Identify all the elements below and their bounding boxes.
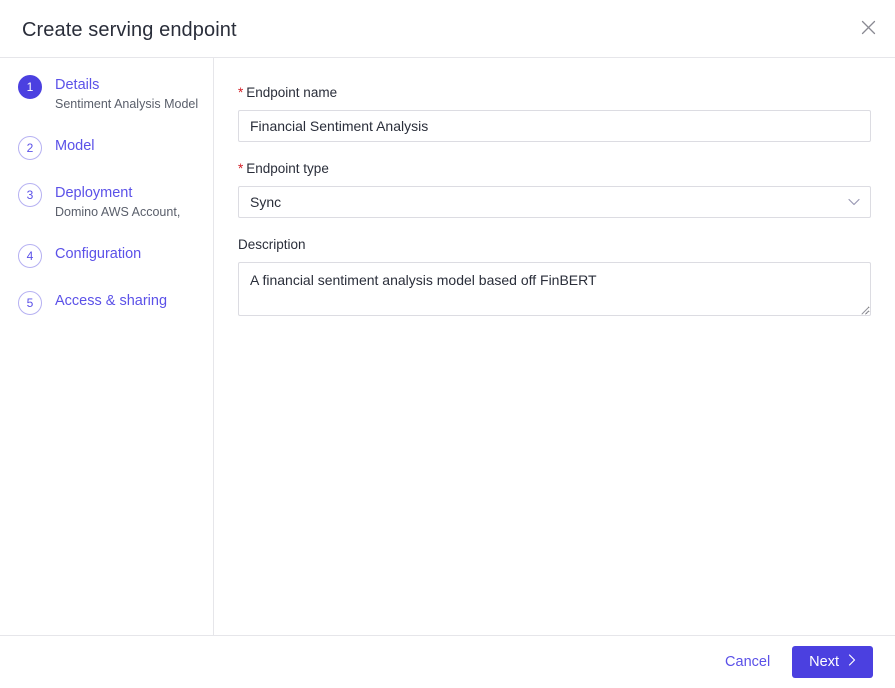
description-label: Description xyxy=(238,237,306,252)
required-asterisk: * xyxy=(238,85,244,100)
close-icon xyxy=(861,20,876,35)
step-text-block: Deployment Domino AWS Account, xyxy=(55,182,180,221)
step-text-block: Model xyxy=(55,135,95,156)
create-serving-endpoint-modal: Create serving endpoint 1 Details Sentim… xyxy=(0,0,895,688)
modal-header: Create serving endpoint xyxy=(0,0,895,58)
modal-body: 1 Details Sentiment Analysis Model 2 Mod… xyxy=(0,58,895,635)
step-number-badge: 3 xyxy=(18,183,42,207)
required-asterisk: * xyxy=(238,161,244,176)
step-label: Deployment xyxy=(55,185,133,201)
endpoint-name-input[interactable] xyxy=(238,110,871,142)
close-button[interactable] xyxy=(854,13,882,41)
sidebar-item-details[interactable]: 1 Details Sentiment Analysis Model xyxy=(0,74,213,113)
step-label: Model xyxy=(55,138,95,154)
step-subtitle: Domino AWS Account, xyxy=(55,205,181,219)
description-field-group: Description xyxy=(238,236,871,316)
step-label: Details xyxy=(55,77,100,93)
step-number-badge: 2 xyxy=(18,136,42,160)
endpoint-type-field-group: * Endpoint type Sync xyxy=(238,160,871,218)
step-label: Access & sharing xyxy=(55,293,168,309)
step-subtitle: Sentiment Analysis Model xyxy=(55,97,199,111)
sidebar-item-deployment[interactable]: 3 Deployment Domino AWS Account, xyxy=(0,182,213,221)
step-number-badge: 4 xyxy=(18,244,42,268)
sidebar-item-configuration[interactable]: 4 Configuration xyxy=(0,243,213,268)
sidebar-item-access-and-sharing[interactable]: 5 Access & sharing xyxy=(0,290,213,315)
steps-sidebar: 1 Details Sentiment Analysis Model 2 Mod… xyxy=(0,58,214,635)
next-button[interactable]: Next xyxy=(792,646,873,678)
next-button-label: Next xyxy=(809,654,839,670)
step-text-block: Access & sharing xyxy=(55,290,167,311)
endpoint-type-label-text: Endpoint type xyxy=(246,161,329,176)
endpoint-name-field-group: * Endpoint name xyxy=(238,84,871,142)
endpoint-name-label: * Endpoint name xyxy=(238,84,871,102)
endpoint-name-label-text: Endpoint name xyxy=(246,85,338,100)
step-number-badge: 1 xyxy=(18,75,42,99)
endpoint-type-label: * Endpoint type xyxy=(238,160,871,178)
step-text-block: Configuration xyxy=(55,243,141,264)
description-textarea[interactable] xyxy=(238,262,871,316)
page-title: Create serving endpoint xyxy=(22,19,237,41)
sidebar-item-model[interactable]: 2 Model xyxy=(0,135,213,160)
step-label: Configuration xyxy=(55,246,142,262)
modal-footer: Cancel Next xyxy=(0,635,895,688)
description-textarea-wrapper xyxy=(238,262,871,316)
cancel-button[interactable]: Cancel xyxy=(717,648,778,676)
step-text-block: Details Sentiment Analysis Model xyxy=(55,74,198,113)
chevron-right-icon xyxy=(848,654,856,670)
details-form: *Endpoint name *Endpoint type Sync Descr… xyxy=(214,58,895,635)
endpoint-type-select-wrapper: Sync xyxy=(238,186,871,218)
endpoint-type-select[interactable]: Sync xyxy=(238,186,871,218)
step-number-badge: 5 xyxy=(18,291,42,315)
